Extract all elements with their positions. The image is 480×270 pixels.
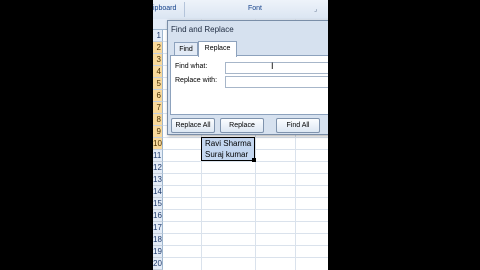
replace-with-input[interactable] — [225, 76, 328, 88]
ribbon-separator — [184, 2, 185, 17]
tab-replace[interactable]: Replace — [198, 41, 237, 57]
row-header[interactable]: 19 — [153, 246, 163, 258]
gridline — [163, 209, 328, 210]
dialog-title: Find and Replace — [171, 25, 234, 34]
row-header[interactable]: 8 — [153, 114, 163, 126]
cell-suraj-kumar[interactable]: Suraj kumar — [205, 150, 248, 159]
row-header[interactable]: 10 — [153, 138, 163, 150]
row-header[interactable]: 3 — [153, 54, 163, 66]
gridline — [163, 233, 328, 234]
dialog-launcher-icon[interactable]: ⌟ — [314, 5, 317, 13]
replace-all-button[interactable]: Replace All — [171, 118, 215, 133]
row-header[interactable]: 4 — [153, 66, 163, 78]
row-header[interactable]: 9 — [153, 126, 163, 138]
gridline — [163, 257, 328, 258]
gridline — [163, 161, 328, 162]
row-header[interactable]: 11 — [153, 150, 163, 162]
replace-tab-panel: Find what: I Replace with: — [170, 55, 328, 115]
find-all-button[interactable]: Find All — [276, 118, 320, 133]
ribbon-group-font-label: Font — [248, 5, 263, 12]
cell-ravi-sharma[interactable]: Ravi Sharma — [205, 139, 251, 148]
row-header[interactable]: 18 — [153, 234, 163, 246]
ribbon: ipboard Font ⌟ — [153, 0, 328, 20]
ribbon-group-clipboard-label: ipboard — [153, 5, 177, 12]
gridline — [163, 245, 328, 246]
row-header[interactable]: 6 — [153, 90, 163, 102]
row-header[interactable]: 20 — [153, 258, 163, 270]
gridline — [163, 221, 328, 222]
gridline — [163, 185, 328, 186]
row-header[interactable]: 13 — [153, 174, 163, 186]
excel-window: ipboard Font ⌟ 1 2 3 4 5 6 7 8 9 10 11 1… — [153, 0, 328, 270]
find-what-label: Find what: — [175, 63, 208, 70]
gridline — [163, 173, 328, 174]
row-header[interactable]: 7 — [153, 102, 163, 114]
row-header[interactable]: 14 — [153, 186, 163, 198]
row-header[interactable]: 5 — [153, 78, 163, 90]
row-header[interactable]: 12 — [153, 162, 163, 174]
row-header[interactable]: 17 — [153, 222, 163, 234]
tab-find[interactable]: Find — [174, 42, 198, 56]
find-replace-dialog: Find and Replace Find Replace Find what:… — [167, 20, 328, 135]
row-header[interactable]: 15 — [153, 198, 163, 210]
replace-with-label: Replace with: — [175, 77, 218, 84]
text-cursor-icon: I — [271, 61, 274, 71]
row-header[interactable]: 16 — [153, 210, 163, 222]
replace-button[interactable]: Replace — [220, 118, 264, 133]
fill-handle[interactable] — [252, 158, 256, 162]
find-what-input[interactable] — [225, 62, 328, 74]
row-header[interactable]: 2 — [153, 42, 163, 54]
row-header[interactable]: 1 — [153, 30, 163, 42]
gridline — [163, 197, 328, 198]
